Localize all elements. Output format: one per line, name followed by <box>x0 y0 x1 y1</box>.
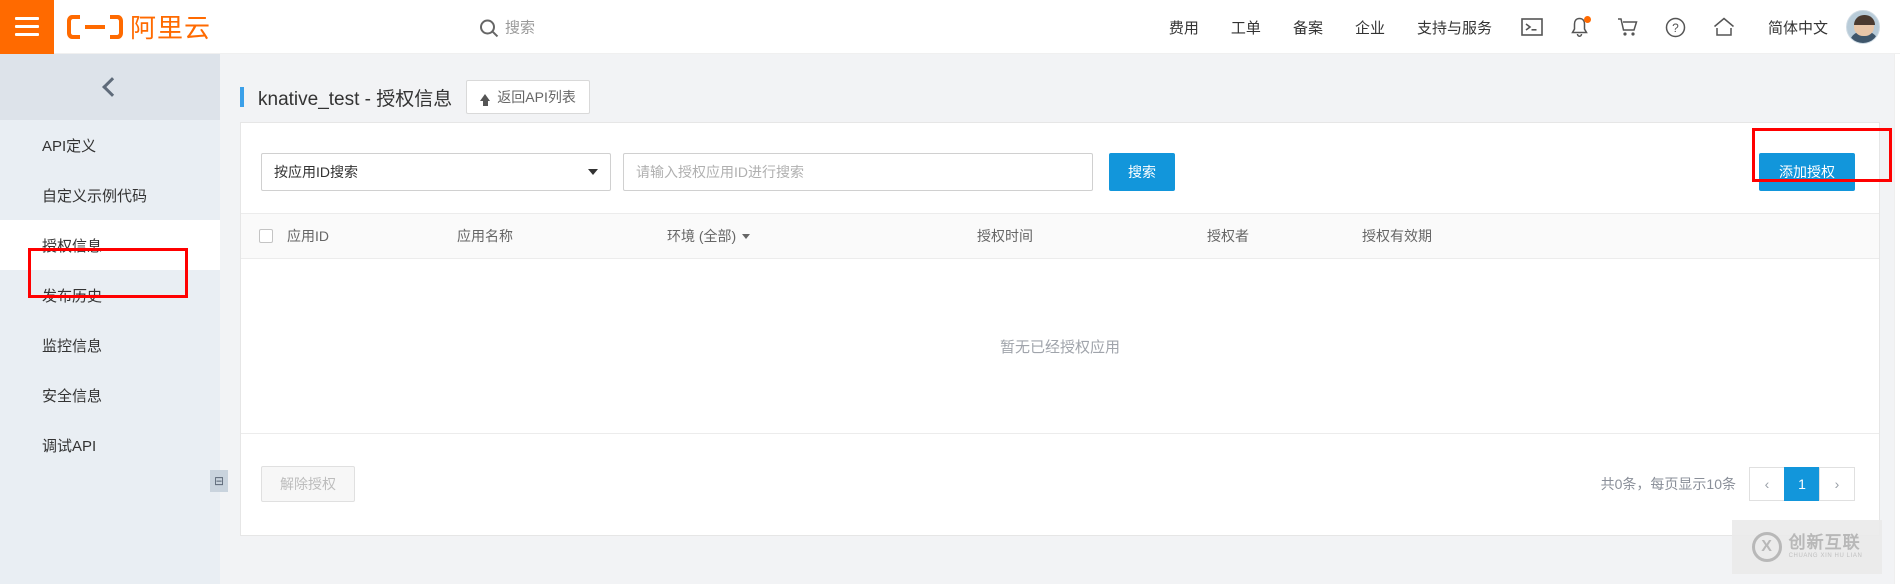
sidebar-item-debug-api[interactable]: 调试API <box>0 420 220 470</box>
pagination-summary: 共0条，每页显示10条 <box>1600 476 1736 492</box>
nav-link-enterprise[interactable]: 企业 <box>1339 17 1401 38</box>
sidebar-item-label: 安全信息 <box>42 387 103 405</box>
column-header-app-name: 应用名称 <box>457 228 513 244</box>
header-nav: 费用 工单 备案 企业 支持与服务 ? 简体中文 <box>1153 0 1880 54</box>
svg-text:?: ? <box>1673 21 1680 35</box>
page-title: knative_test - 授权信息 <box>258 88 453 110</box>
sidebar-item-authorization-info[interactable]: 授权信息 <box>0 220 220 270</box>
title-accent-bar <box>240 87 244 107</box>
authorization-card: 按应用ID搜索 搜索 添加授权 应用ID 应用名称 环境 (全部) 授权时间 授… <box>240 122 1880 536</box>
chevron-down-icon <box>742 233 751 239</box>
nav-link-tickets[interactable]: 工单 <box>1215 17 1277 38</box>
pagination-buttons: ‹ 1 › <box>1749 467 1855 501</box>
watermark-logo-glyph: X <box>1761 538 1772 555</box>
search-button[interactable]: 搜索 <box>1109 153 1175 191</box>
search-input[interactable] <box>623 153 1093 191</box>
back-button-label: 返回API列表 <box>497 89 576 105</box>
back-to-api-list-button[interactable]: 返回API列表 <box>466 80 590 114</box>
search-type-select[interactable]: 按应用ID搜索 <box>261 153 611 191</box>
help-icon[interactable]: ? <box>1652 0 1700 54</box>
global-search[interactable]: 搜索 <box>480 16 535 37</box>
avatar[interactable] <box>1846 10 1880 44</box>
sidebar: API定义 自定义示例代码 授权信息 发布历史 监控信息 安全信息 调试API <box>0 54 220 584</box>
aliyun-logo[interactable]: 阿里云 <box>66 8 211 45</box>
sidebar-item-label: 发布历史 <box>42 287 103 305</box>
sidebar-item-monitor-info[interactable]: 监控信息 <box>0 320 220 370</box>
search-placeholder-text: 搜索 <box>505 19 536 36</box>
notification-badge <box>1583 16 1591 23</box>
pagination-next-button[interactable]: › <box>1819 467 1855 501</box>
hamburger-menu-icon[interactable] <box>0 0 54 54</box>
column-header-auth-time: 授权时间 <box>977 228 1033 244</box>
search-icon <box>480 19 495 34</box>
sidebar-item-custom-sample-code[interactable]: 自定义示例代码 <box>0 170 220 220</box>
panel-collapse-glyph: ⊟ <box>213 474 225 488</box>
hamburger-bar <box>15 17 39 20</box>
revoke-authorization-button[interactable]: 解除授权 <box>261 466 355 502</box>
nav-link-fees[interactable]: 费用 <box>1153 17 1215 38</box>
page-header: knative_test - 授权信息 返回API列表 <box>240 80 590 114</box>
avatar-hair <box>1853 15 1875 25</box>
watermark-logo-icon: X <box>1751 532 1782 562</box>
search-type-value: 按应用ID搜索 <box>274 164 358 180</box>
table-empty-state: 暂无已经授权应用 <box>241 259 1879 434</box>
column-header-environment-label: 环境 (全部) <box>667 228 737 244</box>
cart-icon[interactable] <box>1604 0 1652 54</box>
hamburger-bar <box>15 33 39 36</box>
nav-link-support[interactable]: 支持与服务 <box>1401 17 1508 38</box>
empty-state-text: 暂无已经授权应用 <box>999 338 1120 356</box>
chevron-down-icon <box>588 169 598 175</box>
main-content: knative_test - 授权信息 返回API列表 按应用ID搜索 搜索 添… <box>220 54 1900 584</box>
sidebar-item-publish-history[interactable]: 发布历史 <box>0 270 220 320</box>
sidebar-item-label: 调试API <box>42 437 97 455</box>
pagination-page-1[interactable]: 1 <box>1784 467 1820 501</box>
nav-link-icp[interactable]: 备案 <box>1277 17 1339 38</box>
sidebar-item-security-info[interactable]: 安全信息 <box>0 370 220 420</box>
sidebar-item-label: 自定义示例代码 <box>42 187 148 205</box>
sidebar-collapse-button[interactable] <box>0 54 220 120</box>
column-header-environment[interactable]: 环境 (全部) <box>667 226 977 246</box>
up-arrow-icon <box>480 93 491 106</box>
column-header-auth-validity: 授权有效期 <box>1362 228 1432 244</box>
bell-icon[interactable] <box>1556 0 1604 54</box>
watermark-text: 创新互联 CHUANG XIN HU LIAN <box>1789 534 1863 559</box>
logo-text: 阿里云 <box>130 13 212 43</box>
watermark-name-cn: 创新互联 <box>1788 533 1861 553</box>
pagination: 共0条，每页显示10条 ‹ 1 › <box>1601 467 1855 501</box>
add-authorization-button[interactable]: 添加授权 <box>1759 153 1855 191</box>
watermark: X 创新互联 CHUANG XIN HU LIAN <box>1732 520 1882 574</box>
table-header-row: 应用ID 应用名称 环境 (全部) 授权时间 授权者 授权有效期 <box>241 213 1879 259</box>
chevron-left-icon <box>102 77 122 97</box>
pagination-prev-button[interactable]: ‹ <box>1749 467 1785 501</box>
top-header: 阿里云 搜索 费用 工单 备案 企业 支持与服务 ? 简体中文 <box>0 0 1900 54</box>
panel-collapse-icon[interactable]: ⊟ <box>210 470 228 492</box>
sidebar-item-label: 授权信息 <box>42 237 103 255</box>
sidebar-item-label: 监控信息 <box>42 337 103 355</box>
select-all-checkbox[interactable] <box>259 229 273 243</box>
hamburger-bar <box>15 25 39 28</box>
column-header-authorizer: 授权者 <box>1207 228 1249 244</box>
watermark-name-en: CHUANG XIN HU LIAN <box>1788 553 1863 560</box>
aliyun-logo-icon <box>67 14 123 39</box>
column-header-app-id: 应用ID <box>287 228 329 244</box>
terminal-icon[interactable] <box>1508 0 1556 54</box>
home-icon[interactable] <box>1700 0 1748 54</box>
filter-row: 按应用ID搜索 搜索 <box>261 153 1175 191</box>
sidebar-item-label: API定义 <box>42 137 97 155</box>
sidebar-item-api-definition[interactable]: API定义 <box>0 120 220 170</box>
right-edge-strip <box>1894 54 1900 584</box>
app-root: 阿里云 搜索 费用 工单 备案 企业 支持与服务 ? 简体中文 API定义 自定… <box>0 0 1900 584</box>
language-selector[interactable]: 简体中文 <box>1748 17 1842 38</box>
table-footer: 解除授权 共0条，每页显示10条 ‹ 1 › <box>241 434 1879 534</box>
